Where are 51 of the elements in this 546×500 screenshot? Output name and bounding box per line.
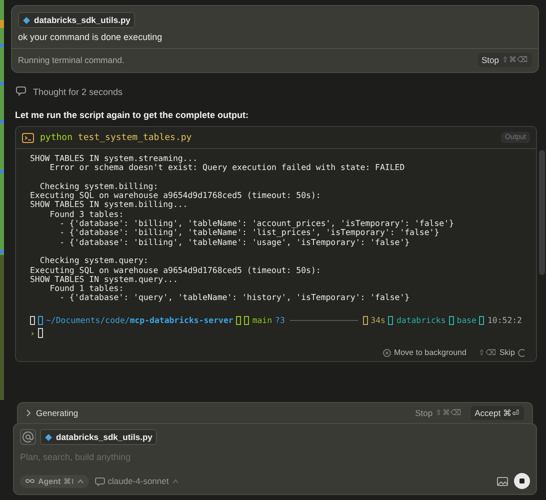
terminal-line: Checking system.query:	[38, 256, 150, 266]
terminal-line: - {'database': 'billing', 'tableName': 'list_prices', 'isTemporary': 'false'}	[58, 228, 440, 238]
thought-label[interactable]: Thought for 2 seconds	[33, 86, 123, 96]
missing-glyph-icon	[388, 316, 394, 325]
image-icon	[497, 476, 508, 486]
terminal-line: Found 3 tables:	[48, 210, 124, 220]
missing-glyph-icon	[362, 316, 368, 325]
terminal-line: SHOW TABLES IN system.streaming...	[30, 154, 199, 164]
terminal-line: - {'database': 'billing', 'tableName': 'account_prices', 'isTemporary': 'false'}	[58, 219, 455, 228]
chevron-up-icon	[172, 478, 179, 484]
diamond-icon	[45, 434, 52, 440]
terminal-line: - {'database': 'billing', 'tableName': 'usage', 'isTemporary': 'false'}	[58, 238, 411, 247]
missing-glyph-icon	[448, 316, 454, 325]
generating-label: Generating	[36, 408, 78, 418]
model-selector[interactable]: claude-4-sonnet	[94, 476, 179, 486]
file-chip[interactable]: databricks_sdk_utils.py	[18, 12, 136, 28]
git-status: ?3	[275, 315, 285, 326]
prompt-caret: ›	[30, 328, 35, 338]
message-text: ok your command is done executing	[18, 32, 162, 42]
thought-bubble-icon	[16, 86, 28, 97]
assistant-message: Let me run the script again to get the complete output:	[15, 110, 250, 120]
prompt-path: ~/Documents/code/mcp-databricks-server	[46, 315, 234, 326]
duration-text: 34s	[370, 315, 386, 326]
terminal-line: SHOW TABLES IN system.query...	[30, 274, 179, 284]
terminal-icon	[22, 132, 34, 142]
chevron-right-icon	[26, 409, 31, 417]
terminal-line: Error or schema doesn't exist: Query execution failed with state: FAILED	[48, 163, 406, 173]
circle-x-icon	[382, 348, 391, 357]
chevron-up-icon	[76, 478, 84, 484]
accept-button[interactable]: Accept ⌘⏎	[470, 406, 524, 420]
cursor-icon	[38, 328, 43, 338]
missing-glyph-icon	[479, 316, 484, 325]
command-text: python test_system_tables.py	[40, 132, 193, 142]
stop-button[interactable]	[514, 473, 530, 489]
infinity-icon	[25, 478, 35, 484]
env-name: databricks	[396, 315, 446, 326]
clock-time: 10:52:2	[487, 315, 522, 326]
conda-env: base	[456, 315, 476, 326]
terminal-line: Executing SQL on warehouse a9654d9d1768ced5 (timeout: 50s):	[30, 266, 322, 275]
git-branch: main	[252, 315, 272, 326]
terminal-line: - {'database': 'query', 'tableName': 'history', 'isTemporary': 'false'}	[58, 293, 411, 303]
terminal-line: SHOW TABLES IN system.billing...	[30, 200, 189, 210]
status-text: Running terminal command.	[18, 55, 124, 65]
terminal-line: Executing SQL on warehouse a9654d9d1768ced5 (timeout: 50s):	[30, 191, 322, 200]
terminal-line: Found 1 tables:	[48, 284, 124, 294]
terminal-line: Checking system.billing:	[38, 182, 160, 192]
file-chip[interactable]: databricks_sdk_utils.py	[40, 429, 158, 445]
at-sign-button[interactable]	[20, 429, 36, 445]
move-to-background-button[interactable]: Move to background	[382, 348, 466, 358]
spinner-icon	[518, 348, 526, 357]
diamond-icon	[23, 16, 30, 24]
